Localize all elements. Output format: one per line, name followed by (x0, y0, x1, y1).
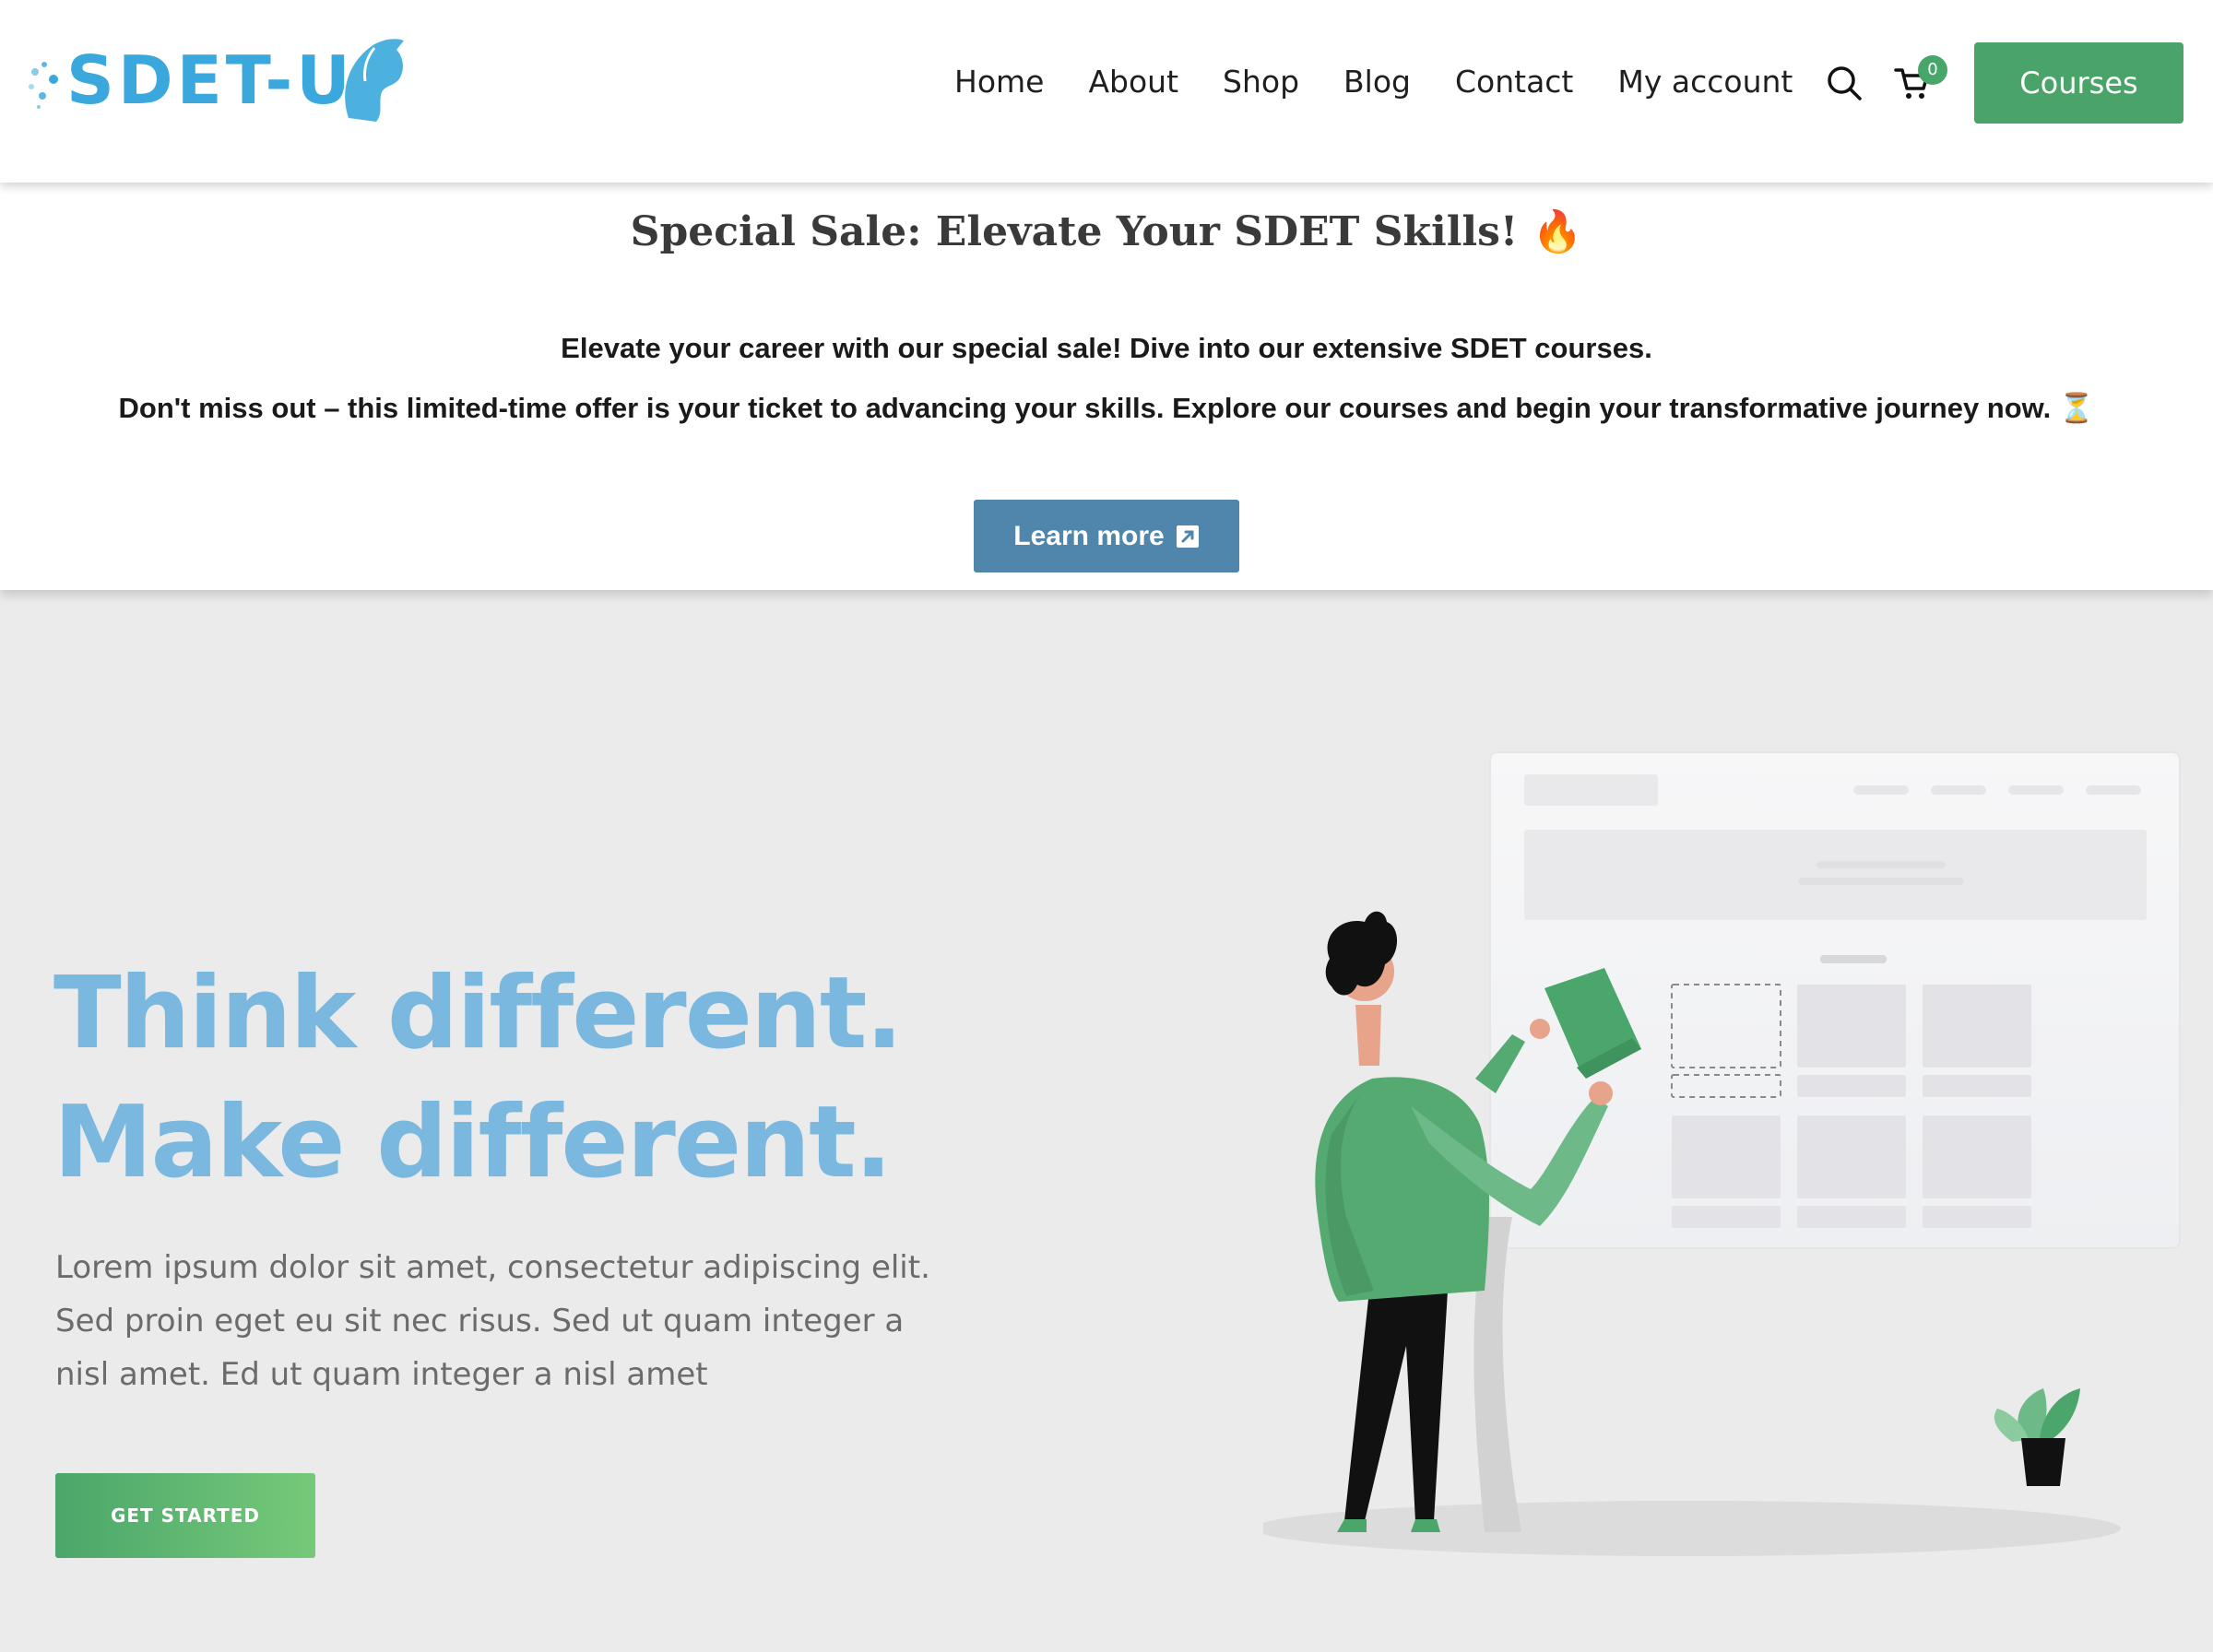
sale-banner: Special Sale: Elevate Your SDET Skills! … (0, 183, 2213, 590)
hero-heading: Think different. Make different. (53, 950, 903, 1208)
potted-plant-graphic (1994, 1388, 2080, 1486)
search-button[interactable] (1826, 65, 1863, 101)
sale-text-line-1: Elevate your career with our special sal… (561, 332, 1652, 364)
sale-text-line-2: Don't miss out – this limited-time offer… (118, 392, 2095, 424)
floor-shadow (1263, 1501, 2121, 1556)
nav-contact[interactable]: Contact (1455, 61, 1573, 103)
nav-blog[interactable]: Blog (1343, 61, 1411, 103)
hero-description: Lorem ipsum dolor sit amet, consectetur … (55, 1249, 930, 1393)
external-link-icon (1176, 525, 1199, 548)
site-logo[interactable]: SDET-U (26, 35, 404, 127)
nav-shop[interactable]: Shop (1223, 61, 1299, 103)
logo-text: SDET-U (66, 41, 354, 119)
sale-title: Special Sale: Elevate Your SDET Skills! … (630, 208, 1583, 255)
nav-about[interactable]: About (1088, 61, 1178, 103)
hero-heading-line-1: Think different. (53, 956, 903, 1071)
cart-count-badge: 0 (1918, 55, 1947, 85)
get-started-button[interactable]: GET STARTED (55, 1473, 315, 1558)
nav-home[interactable]: Home (954, 61, 1044, 103)
site-header: SDET-U Home About Shop Blog Contact My a… (0, 0, 2213, 183)
logo-horse-icon (345, 39, 404, 122)
search-icon (1828, 66, 1862, 100)
courses-button[interactable]: Courses (1974, 42, 2183, 124)
learn-more-button[interactable]: Learn more (974, 500, 1239, 572)
nav-my-account[interactable]: My account (1617, 61, 1793, 103)
learn-more-label: Learn more (1013, 520, 1165, 551)
hero-illustration (1263, 751, 2181, 1556)
hero-heading-line-2: Make different. (53, 1085, 893, 1200)
main-nav: Home About Shop Blog Contact My account (954, 61, 1837, 103)
